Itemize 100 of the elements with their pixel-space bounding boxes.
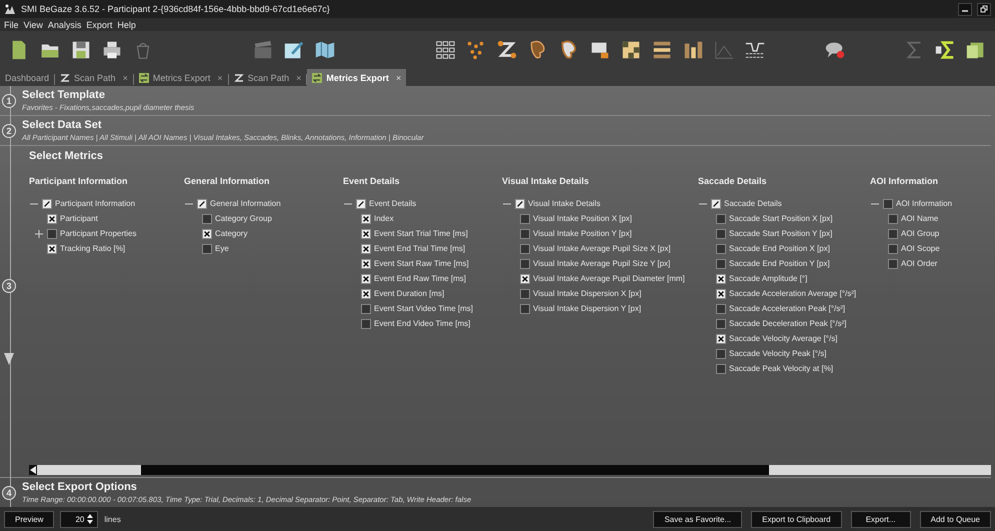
checkbox[interactable] [202,214,212,224]
list-icon[interactable] [651,39,673,61]
footer-button[interactable]: Export to Clipboard [751,510,842,528]
checkbox[interactable] [716,274,726,284]
checkbox[interactable] [42,198,52,208]
preview-button[interactable]: Preview [4,510,54,528]
save-icon[interactable] [70,39,92,61]
metric-label: AOI Group [901,229,940,238]
menu-item[interactable]: File [4,20,19,30]
checkbox[interactable] [520,244,530,254]
checkbox[interactable] [47,244,57,254]
checker-icon[interactable] [620,39,642,61]
clapperboard-icon[interactable] [252,39,274,61]
footer-button[interactable]: Save as Favorite... [653,510,742,528]
lines-spinner[interactable]: 20 [60,510,98,528]
metric-label: AOI Scope [901,244,940,253]
checkbox[interactable] [888,228,898,238]
step-title[interactable]: Select Template [22,89,194,101]
checkbox[interactable] [883,198,893,208]
checkbox[interactable] [361,318,371,328]
checkbox[interactable] [716,214,726,224]
window-title: SMI BeGaze 3.6.52 - Participant 2-{936cd84f-156e-4bbb-bbd9-67cd1e6e67c} [21,4,330,14]
checkbox[interactable] [361,258,371,268]
menu-item[interactable]: Export [86,20,112,30]
checkbox[interactable] [361,288,371,298]
checkbox[interactable] [202,244,212,254]
metric-label: Saccade Amplitude [°] [729,274,808,283]
metric-label: Visual Intake Dispersion X [px] [533,289,642,298]
checkbox[interactable] [716,244,726,254]
checkbox[interactable] [520,288,530,298]
step-title[interactable]: Select Data Set [22,119,424,131]
menu-item[interactable]: Analysis [48,20,82,30]
metric-label: Participant [60,214,98,223]
checkbox[interactable] [361,304,371,314]
footer-button[interactable]: Export... [850,510,911,528]
menu-item[interactable]: Help [117,20,136,30]
checkbox[interactable] [716,228,726,238]
checkbox[interactable] [520,228,530,238]
checkbox[interactable] [47,214,57,224]
checkbox[interactable] [361,214,371,224]
printer-icon[interactable] [101,39,123,61]
checkbox[interactable] [716,304,726,314]
tab[interactable]: Dashboard [0,69,54,86]
checkbox[interactable] [716,334,726,344]
edit-image-icon[interactable] [283,39,305,61]
metric-label: Saccade Acceleration Peak [°/s²] [729,304,846,313]
checkbox[interactable] [515,198,525,208]
checkbox[interactable] [520,304,530,314]
metric-label: Participant Information [55,199,136,208]
close-button[interactable]: × [217,72,223,82]
checkbox[interactable] [716,318,726,328]
expand-icon[interactable] [34,228,44,238]
bar-chart-icon[interactable] [682,39,704,61]
checkbox[interactable] [520,274,530,284]
step-number: 3 [2,278,16,292]
down-arrow-icon [4,352,14,364]
step-title[interactable]: Select Export Options [22,481,472,493]
checkbox[interactable] [716,348,726,358]
metric-label: General Information [210,199,281,208]
close-button[interactable]: × [396,72,402,82]
step-title[interactable]: Select Metrics [29,150,995,162]
scan-path-icon[interactable] [496,39,518,61]
checkbox[interactable] [197,198,207,208]
checkbox[interactable] [716,364,726,374]
tab[interactable]: Scan Path × [228,69,306,86]
menu-item[interactable]: View [24,20,43,30]
checkbox[interactable] [520,214,530,224]
checkbox[interactable] [888,214,898,224]
checkbox[interactable] [888,244,898,254]
metric-label: Saccade Velocity Peak [°/s] [729,349,826,358]
minimize-button[interactable] [958,2,972,16]
sigma-icon[interactable] [934,39,956,61]
tab[interactable]: Scan Path × [55,69,133,86]
horizontal-scrollbar[interactable] [29,465,991,475]
group-heading: Participant Information [29,176,129,186]
checkbox[interactable] [716,288,726,298]
checkbox[interactable] [356,198,366,208]
checkbox[interactable] [711,198,721,208]
checkbox[interactable] [716,258,726,268]
tab[interactable]: Metrics Export × [134,69,228,86]
checkbox[interactable] [520,258,530,268]
checkbox[interactable] [361,274,371,284]
metric-label: Saccade Start Position Y [px] [729,229,832,238]
restore-button[interactable] [977,2,991,16]
metric-label: Visual Intake Average Pupil Size Y [px] [533,259,670,268]
checkbox[interactable] [361,244,371,254]
map-icon[interactable] [314,39,336,61]
tab[interactable]: Metrics Export × [307,69,406,86]
scan-path-icon [60,72,70,82]
checkbox[interactable] [202,228,212,238]
grid-icon[interactable] [434,39,456,61]
close-button[interactable]: × [296,72,302,82]
checkbox[interactable] [361,228,371,238]
checkbox[interactable] [47,228,57,238]
footer-button[interactable]: Add to Queue [920,510,991,528]
left-arrow-icon[interactable] [29,465,37,475]
close-button[interactable]: × [122,72,128,82]
metric-label: Tracking Ratio [%] [60,244,126,253]
checkbox[interactable] [888,258,898,268]
scan-path-icon [234,72,244,82]
